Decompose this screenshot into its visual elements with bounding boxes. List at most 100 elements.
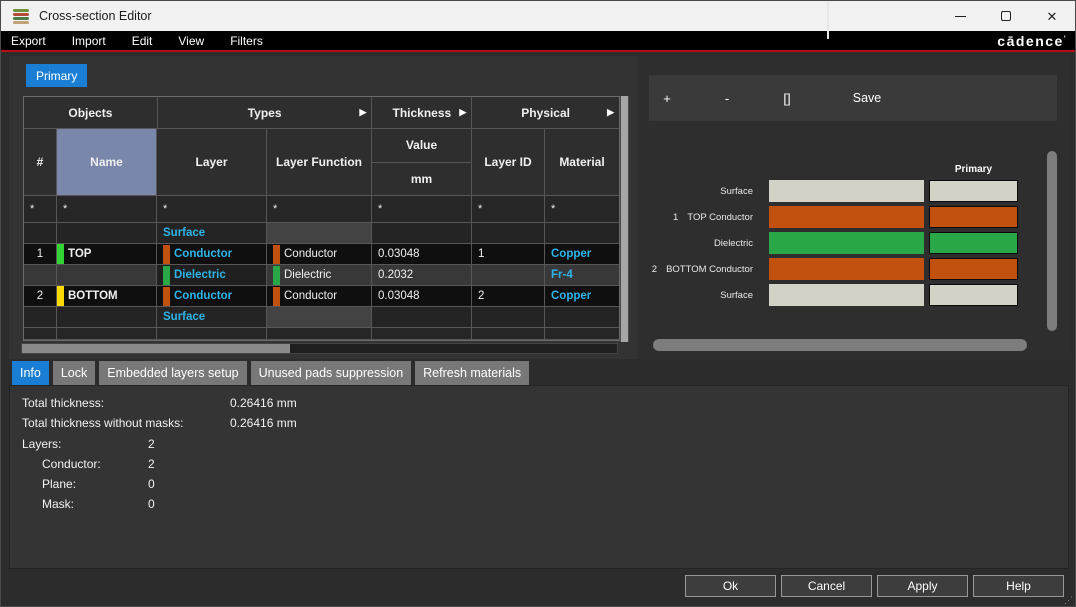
cell-value[interactable] [372,223,472,244]
filter-num[interactable]: * [24,196,57,223]
resize-grip-icon[interactable]: ⋰ [1064,596,1073,605]
primary-bar-bottom-conductor[interactable] [929,258,1018,280]
cell-name[interactable] [57,223,157,244]
col-header-name[interactable]: Name [57,129,157,196]
cell-material[interactable]: Copper [545,244,619,265]
col-header-value[interactable]: Value mm [372,129,472,196]
cell-name[interactable]: TOP [57,244,157,265]
minimize-button[interactable] [937,1,983,31]
cell-layer-function[interactable]: Conductor [267,244,372,265]
cell-layer-function[interactable]: Dielectric [267,265,372,286]
col-header-layer-id[interactable]: Layer ID [472,129,545,196]
group-header-objects[interactable]: Objects [24,97,158,129]
primary-bar-top-conductor[interactable] [929,206,1018,228]
cell-layer-id[interactable] [472,265,545,286]
close-button[interactable]: ✕ [1029,1,1075,31]
primary-bar-surface-bottom[interactable] [929,284,1018,306]
cell-layer-function[interactable] [267,307,372,328]
cell-layer[interactable]: Dielectric [157,265,267,286]
tab-unused-pads-suppression[interactable]: Unused pads suppression [251,361,412,385]
cell-material[interactable] [545,307,619,328]
preview-horizontal-scrollbar[interactable] [653,339,1027,351]
primary-bar-dielectric[interactable] [929,232,1018,254]
cell-name[interactable] [57,307,157,328]
cell-layer-id[interactable] [472,223,545,244]
cell-value[interactable]: 0.03048 [372,286,472,307]
cell-layer[interactable]: Surface [157,223,267,244]
cell-value[interactable]: 0.2032 [372,265,472,286]
layer-color-chip [57,244,64,264]
filter-material[interactable]: * [545,196,619,223]
table-horizontal-scrollbar[interactable] [21,343,618,354]
table-row-surface-top: Surface [24,223,619,244]
preview-bar-surface-bottom[interactable] [769,284,924,306]
preview-bar-surface-top[interactable] [769,180,924,202]
tab-refresh-materials[interactable]: Refresh materials [415,361,529,385]
filter-layer-function[interactable]: * [267,196,372,223]
menu-view[interactable]: View [165,31,217,50]
remove-layer-button[interactable]: - [712,75,742,121]
add-layer-button[interactable]: + [652,75,682,121]
preview-bar-dielectric[interactable] [769,232,924,254]
conductor-count-value: 2 [148,457,155,471]
filter-layer[interactable]: * [157,196,267,223]
menu-edit[interactable]: Edit [119,31,166,50]
cell-num[interactable] [24,265,57,286]
cell-layer-id[interactable] [472,307,545,328]
scrollbar-thumb[interactable] [22,344,290,353]
filter-name[interactable]: * [57,196,157,223]
cancel-button[interactable]: Cancel [781,575,872,597]
cell-layer[interactable]: Surface [157,307,267,328]
tab-primary[interactable]: Primary [26,64,87,87]
cell-layer-id[interactable]: 2 [472,286,545,307]
cell-layer[interactable]: Conductor [157,286,267,307]
preview-vertical-scrollbar[interactable] [1047,151,1057,331]
expand-arrow-icon[interactable]: ▶ [360,107,367,118]
cell-material[interactable] [545,223,619,244]
menu-import[interactable]: Import [59,31,119,50]
cell-num[interactable] [24,223,57,244]
filter-value[interactable]: * [372,196,472,223]
help-button[interactable]: Help [973,575,1064,597]
menu-export[interactable]: Export [1,31,59,50]
cell-layer-function[interactable] [267,223,372,244]
cell-num[interactable]: 2 [24,286,57,307]
ok-button[interactable]: Ok [685,575,776,597]
tab-info[interactable]: Info [12,361,49,385]
cell-material[interactable]: Fr-4 [545,265,619,286]
cell-value[interactable]: 0.03048 [372,244,472,265]
col-header-num[interactable]: # [24,129,57,196]
cell-layer[interactable]: Conductor [157,244,267,265]
conductor-count-label: Conductor: [42,457,148,471]
preview-bar-bottom-conductor[interactable] [769,258,924,280]
maximize-button[interactable] [983,1,1029,31]
tab-lock[interactable]: Lock [53,361,95,385]
select-button[interactable]: [] [772,75,802,121]
col-header-layer[interactable]: Layer [157,129,267,196]
menu-filters[interactable]: Filters [217,31,276,50]
apply-button[interactable]: Apply [877,575,968,597]
cell-num[interactable] [24,307,57,328]
cell-name[interactable]: BOTTOM [57,286,157,307]
cell-num[interactable]: 1 [24,244,57,265]
cell-value[interactable] [372,307,472,328]
expand-arrow-icon[interactable]: ▶ [459,107,466,118]
group-header-physical[interactable]: Physical▶ [472,97,619,129]
group-header-types[interactable]: Types▶ [158,97,373,129]
group-header-thickness[interactable]: Thickness▶ [372,97,472,129]
expand-arrow-icon[interactable]: ▶ [607,107,614,118]
tab-embedded-layers-setup[interactable]: Embedded layers setup [99,361,246,385]
cell-layer-function[interactable]: Conductor [267,286,372,307]
footer: Ok Cancel Apply Help [685,575,1064,597]
col-header-material[interactable]: Material [545,129,619,196]
table-vertical-scrollbar[interactable] [620,96,629,342]
mask-count-value: 0 [148,497,155,511]
cell-layer-id[interactable]: 1 [472,244,545,265]
primary-bar-surface-top[interactable] [929,180,1018,202]
preview-bar-top-conductor[interactable] [769,206,924,228]
filter-layer-id[interactable]: * [472,196,545,223]
save-button[interactable]: Save [841,75,893,121]
col-header-layer-function[interactable]: Layer Function [267,129,372,196]
cell-material[interactable]: Copper [545,286,619,307]
cell-name[interactable] [57,265,157,286]
